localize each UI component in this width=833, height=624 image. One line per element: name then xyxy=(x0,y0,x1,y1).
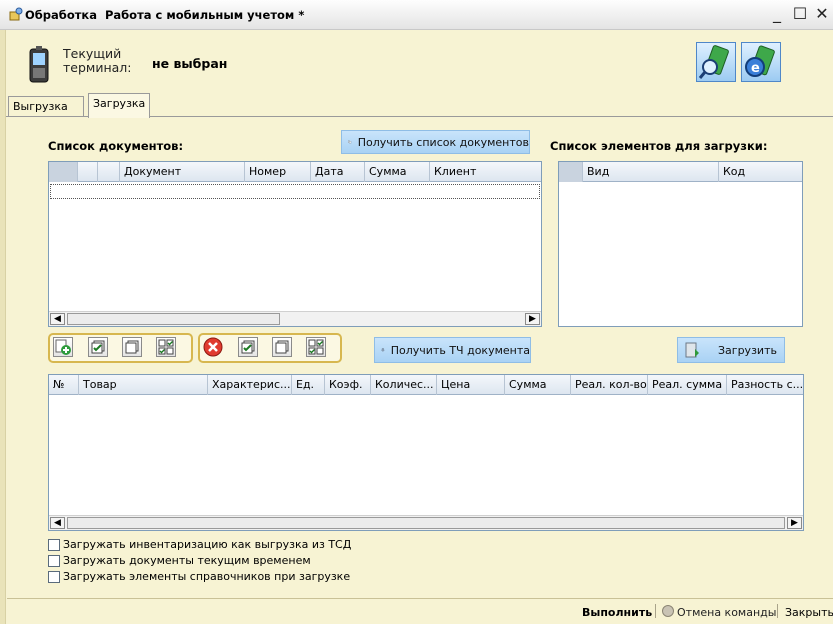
item-col-product[interactable]: Товар xyxy=(79,375,208,395)
option-inventory-checkbox[interactable] xyxy=(48,538,60,551)
cancel-command-button[interactable]: Отмена команды xyxy=(677,606,776,619)
arrow-down-icon xyxy=(381,348,385,352)
doc-col-number[interactable]: Номер xyxy=(245,162,311,182)
load-button[interactable]: Загрузить xyxy=(677,337,785,363)
uncheck-all-icon xyxy=(125,340,139,354)
current-terminal-label: Текущий терминал: xyxy=(63,46,132,75)
item-col-number[interactable]: № xyxy=(49,375,79,395)
get-documents-label: Получить список документов xyxy=(357,135,529,149)
item-col-characteristic[interactable]: Характерис... xyxy=(208,375,292,395)
check-all-button[interactable] xyxy=(88,337,108,357)
add-item-button[interactable] xyxy=(53,337,73,357)
documents-list-title: Список документов: xyxy=(48,139,184,153)
items-table[interactable]: № Товар Характерис... Ед. Коэф. Количес.… xyxy=(48,374,804,531)
el-col-code[interactable]: Код xyxy=(719,162,802,182)
close-form-button[interactable]: Закрыть xyxy=(785,606,833,619)
elements-table-header: Вид Код xyxy=(559,162,802,182)
option-catalog-elements-checkbox[interactable] xyxy=(48,570,60,583)
load-icon xyxy=(685,342,699,358)
processing-icon xyxy=(9,7,23,21)
option-inventory-label: Загружать инвентаризацию как выгрузка из… xyxy=(63,538,352,551)
item-col-price[interactable]: Цена xyxy=(437,375,505,395)
documents-hscroll[interactable]: ◀ ▶ xyxy=(49,311,541,326)
doc-col-marker xyxy=(49,162,78,182)
item-col-difference[interactable]: Разность с... xyxy=(727,375,803,395)
item-col-coef[interactable]: Коэф. xyxy=(325,375,371,395)
option-current-time[interactable]: Загружать документы текущим временем xyxy=(48,554,311,567)
doc-col-flag xyxy=(78,162,98,182)
item-col-quantity[interactable]: Количес... xyxy=(371,375,437,395)
scroll-right-button[interactable]: ▶ xyxy=(787,517,802,529)
get-documents-button[interactable]: Получить список документов xyxy=(341,130,530,154)
items-table-header: № Товар Характерис... Ед. Коэф. Количес.… xyxy=(49,375,803,395)
documents-table[interactable]: Документ Номер Дата Сумма Клиент ◀ ▶ xyxy=(48,161,542,327)
tab-import[interactable]: Загрузка xyxy=(88,93,150,118)
get-tc-button[interactable]: Получить ТЧ документа xyxy=(374,337,531,363)
execute-button[interactable]: Выполнить xyxy=(582,606,652,619)
terminal-icon xyxy=(29,46,49,83)
get-list-icon xyxy=(348,140,352,144)
documents-table-empty-row[interactable] xyxy=(50,184,540,199)
invert-icon xyxy=(308,339,324,355)
cancel-icon xyxy=(662,605,674,617)
invert-selection-button[interactable] xyxy=(156,337,176,357)
el-col-kind[interactable]: Вид xyxy=(583,162,719,182)
option-current-time-checkbox[interactable] xyxy=(48,554,60,567)
delete-button[interactable] xyxy=(203,337,223,357)
doc-col-date[interactable]: Дата xyxy=(311,162,365,182)
item-col-real-sum[interactable]: Реал. сумма xyxy=(648,375,727,395)
toolbar-group-docs xyxy=(198,333,342,363)
items-hscroll[interactable]: ◀ ▶ xyxy=(49,515,803,530)
terminal-web-icon: e xyxy=(745,45,775,77)
elements-table[interactable]: Вид Код xyxy=(558,161,803,327)
scroll-right-button[interactable]: ▶ xyxy=(525,313,540,325)
uncheck-all-icon xyxy=(275,340,289,354)
get-tc-label: Получить ТЧ документа xyxy=(390,343,530,357)
find-terminal-button[interactable] xyxy=(696,42,736,82)
toolbar-group-items xyxy=(48,333,193,363)
svg-text:e: e xyxy=(751,61,760,76)
scroll-left-button[interactable]: ◀ xyxy=(50,517,65,529)
check-all-icon xyxy=(241,340,255,354)
window-title: Обработка Работа с мобильным учетом * xyxy=(25,8,305,22)
tab-export[interactable]: Выгрузка xyxy=(8,96,84,116)
option-inventory[interactable]: Загружать инвентаризацию как выгрузка из… xyxy=(48,538,351,551)
close-button[interactable]: ✕ xyxy=(813,4,831,24)
load-label: Загрузить xyxy=(718,343,777,357)
el-col-marker xyxy=(559,162,583,182)
separator xyxy=(777,604,778,618)
minimize-button[interactable]: _ xyxy=(768,4,786,24)
elements-list-title: Список элементов для загрузки: xyxy=(550,139,768,153)
option-catalog-elements-label: Загружать элементы справочников при загр… xyxy=(63,570,351,583)
doc-col-icon xyxy=(98,162,120,182)
uncheck-all-button[interactable] xyxy=(122,337,142,357)
item-col-sum[interactable]: Сумма xyxy=(505,375,571,395)
scroll-left-button[interactable]: ◀ xyxy=(50,313,65,325)
doc-col-client[interactable]: Клиент xyxy=(430,162,541,182)
scroll-thumb[interactable] xyxy=(67,313,280,325)
check-all-icon xyxy=(91,340,105,354)
terminal-internet-button[interactable]: e xyxy=(741,42,781,82)
doc-col-document[interactable]: Документ xyxy=(120,162,245,182)
doc-check-all-button[interactable] xyxy=(238,337,258,357)
terminal-search-icon xyxy=(698,45,729,79)
delete-icon xyxy=(203,337,223,357)
invert-icon xyxy=(158,339,174,355)
maximize-button[interactable]: ☐ xyxy=(791,4,809,24)
documents-table-header: Документ Номер Дата Сумма Клиент xyxy=(49,162,541,182)
option-catalog-elements[interactable]: Загружать элементы справочников при загр… xyxy=(48,570,350,583)
doc-col-sum[interactable]: Сумма xyxy=(365,162,430,182)
separator xyxy=(655,604,656,618)
doc-invert-selection-button[interactable] xyxy=(306,337,326,357)
scroll-thumb[interactable] xyxy=(67,517,785,529)
item-col-unit[interactable]: Ед. xyxy=(292,375,325,395)
add-icon xyxy=(55,339,71,355)
option-current-time-label: Загружать документы текущим временем xyxy=(63,554,311,567)
item-col-real-qty[interactable]: Реал. кол-во xyxy=(571,375,648,395)
current-terminal-value: не выбран xyxy=(152,56,228,71)
doc-uncheck-all-button[interactable] xyxy=(272,337,292,357)
